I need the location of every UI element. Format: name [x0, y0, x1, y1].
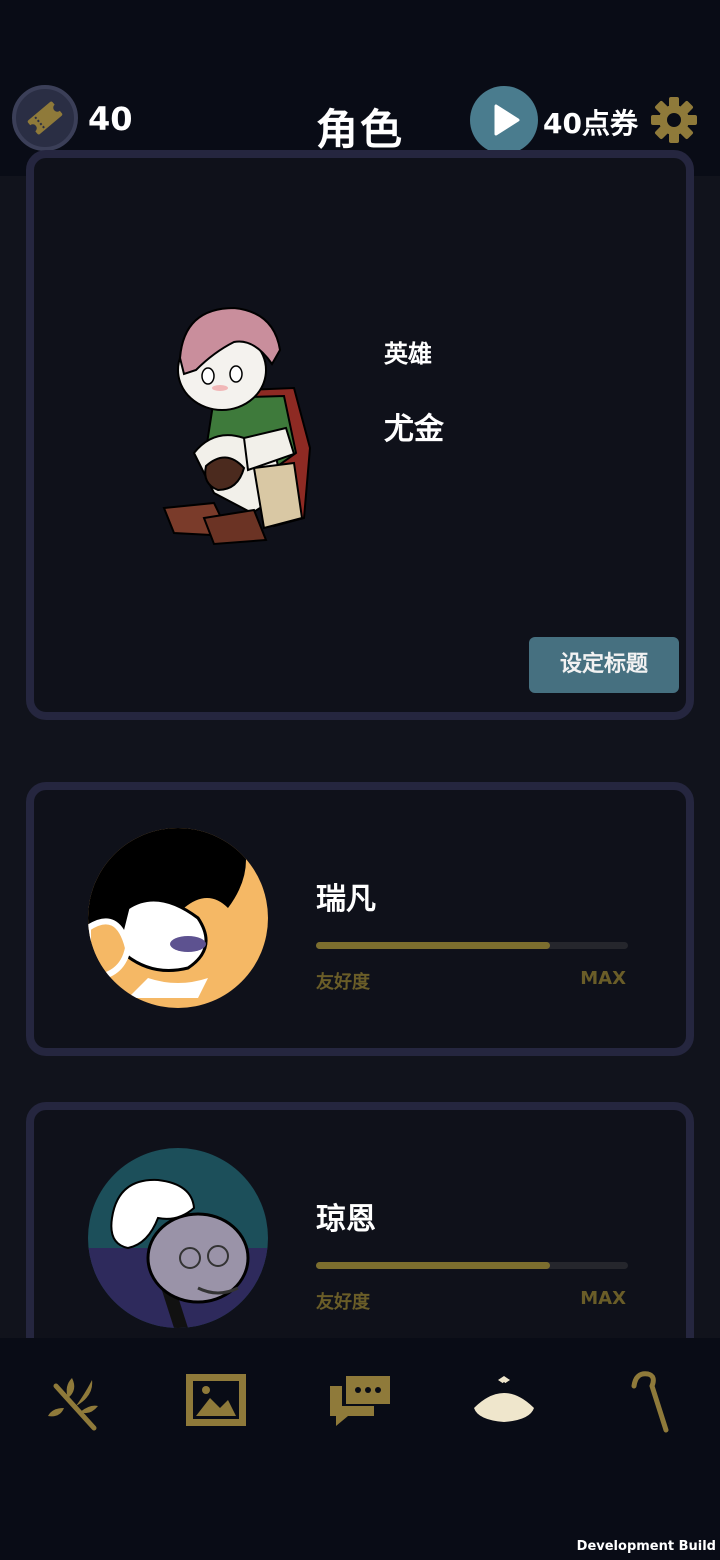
- avatar: [88, 828, 268, 1008]
- hero-role-label: 英雄: [384, 340, 432, 368]
- hero-name: 尤金: [384, 412, 444, 447]
- play-icon: [494, 104, 520, 136]
- gallery-icon: [186, 1374, 246, 1426]
- characters-screen: 40 角色 40点券 英雄 尤金 设定标题 瑞凡 友好度 MAX 琼恩 友好度 …: [0, 0, 720, 1560]
- character-card[interactable]: 瑞凡 友好度 MAX: [26, 782, 694, 1056]
- nav-characters[interactable]: [470, 1368, 540, 1438]
- play-ad-button[interactable]: [470, 86, 538, 154]
- character-name: 瑞凡: [316, 882, 376, 917]
- nav-gallery[interactable]: [182, 1368, 252, 1438]
- nav-chat[interactable]: [326, 1368, 396, 1438]
- set-title-button[interactable]: 设定标题: [529, 637, 679, 693]
- friendship-label: 友好度: [316, 1292, 370, 1313]
- friendship-label: 友好度: [316, 972, 370, 993]
- friendship-status: MAX: [580, 1288, 626, 1309]
- chat-icon: [330, 1374, 390, 1426]
- character-name: 琼恩: [316, 1202, 376, 1237]
- friendship-bar-fill: [316, 942, 550, 949]
- hero-card: 英雄 尤金 设定标题: [26, 150, 694, 720]
- development-build-label: Development Build: [576, 1539, 716, 1554]
- nav-branch[interactable]: [42, 1368, 112, 1438]
- bottom-nav: [0, 1338, 720, 1560]
- gear-icon[interactable]: [650, 96, 698, 144]
- hero-portrait: [134, 278, 354, 578]
- cane-icon: [631, 1371, 669, 1433]
- voucher-count: 40点券: [543, 107, 638, 140]
- branch-icon: [48, 1378, 98, 1431]
- characters-icon: [474, 1376, 534, 1422]
- nav-cane[interactable]: [620, 1368, 690, 1438]
- friendship-bar: [316, 942, 628, 949]
- friendship-status: MAX: [580, 968, 626, 989]
- friendship-bar-fill: [316, 1262, 550, 1269]
- avatar: [88, 1148, 268, 1328]
- friendship-bar: [316, 1262, 628, 1269]
